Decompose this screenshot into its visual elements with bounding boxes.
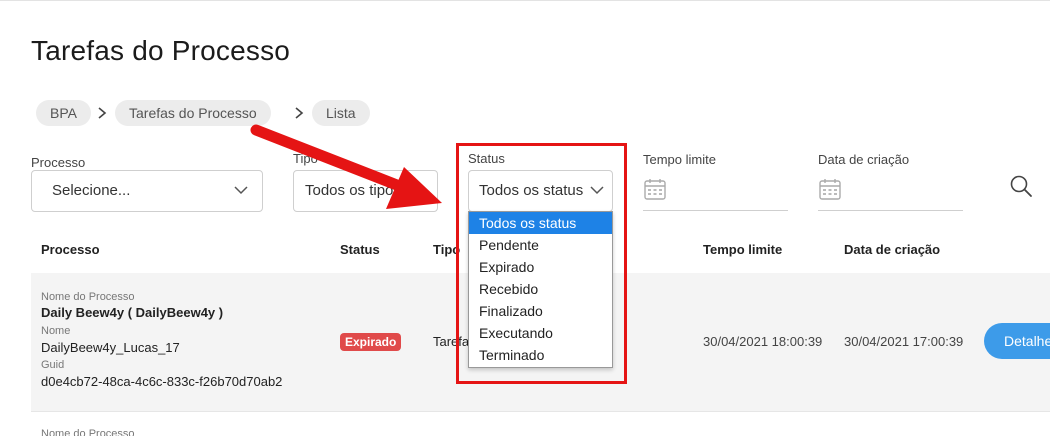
status-badge: Expirado bbox=[340, 333, 402, 351]
data-criacao-filter-label: Data de criação bbox=[818, 152, 910, 167]
table-row bbox=[31, 411, 1050, 436]
tipo-select[interactable]: Todos os tipos bbox=[293, 170, 438, 212]
nome-processo-value: Daily Beew4y ( DailyBeew4y ) bbox=[41, 305, 224, 320]
status-dropdown-list: Todos os status Pendente Expirado Recebi… bbox=[468, 211, 613, 368]
details-button[interactable]: Detalhes bbox=[984, 323, 1050, 359]
status-select-value: Todos os status bbox=[479, 182, 584, 199]
column-header-status: Status bbox=[340, 242, 380, 257]
breadcrumb-item-lista: Lista bbox=[312, 100, 370, 126]
processo-filter-label: Processo bbox=[31, 155, 86, 170]
column-header-data-criacao: Data de criação bbox=[844, 242, 941, 257]
calendar-icon bbox=[819, 179, 841, 200]
chevron-down-icon bbox=[234, 186, 248, 195]
chevron-right-icon bbox=[295, 107, 304, 119]
status-option[interactable]: Recebido bbox=[469, 278, 612, 300]
nome-value: DailyBeew4y_Lucas_17 bbox=[41, 340, 180, 355]
tipo-select-value: Todos os tipos bbox=[305, 182, 401, 199]
tempo-limite-value: 30/04/2021 18:00:39 bbox=[703, 334, 823, 349]
data-criacao-date-input[interactable] bbox=[818, 171, 963, 211]
page-title: Tarefas do Processo bbox=[31, 35, 291, 66]
guid-label: Guid bbox=[41, 359, 65, 371]
breadcrumb-item-bpa[interactable]: BPA bbox=[36, 100, 91, 126]
status-option[interactable]: Finalizado bbox=[469, 300, 612, 322]
tipo-value: Tarefa bbox=[433, 334, 470, 349]
column-header-tempo-limite: Tempo limite bbox=[703, 242, 783, 257]
nome-processo-label: Nome do Processo bbox=[41, 428, 135, 436]
processo-select[interactable]: Selecione... bbox=[31, 170, 263, 212]
search-icon[interactable] bbox=[1008, 173, 1034, 199]
nome-label: Nome bbox=[41, 325, 71, 337]
status-option[interactable]: Executando bbox=[469, 322, 612, 344]
status-option[interactable]: Expirado bbox=[469, 256, 612, 278]
tempo-limite-date-input[interactable] bbox=[643, 171, 788, 211]
chevron-down-icon bbox=[590, 186, 604, 195]
status-option[interactable]: Terminado bbox=[469, 344, 612, 366]
status-option[interactable]: Pendente bbox=[469, 234, 612, 256]
status-select[interactable]: Todos os status bbox=[468, 170, 613, 212]
column-header-tipo: Tipo bbox=[433, 242, 461, 257]
tipo-filter-label: Tipo bbox=[293, 151, 318, 166]
column-header-processo: Processo bbox=[41, 242, 100, 257]
calendar-icon bbox=[644, 179, 666, 200]
nome-processo-label: Nome do Processo bbox=[41, 291, 135, 303]
tempo-limite-filter-label: Tempo limite bbox=[643, 152, 716, 167]
main-card: Tarefas do Processo BPA Tarefas do Proce… bbox=[0, 0, 1050, 436]
guid-value: d0e4cb72-48ca-4c6c-833c-f26b70d70ab2 bbox=[41, 374, 283, 389]
processo-select-value: Selecione... bbox=[52, 182, 131, 199]
chevron-right-icon bbox=[98, 107, 107, 119]
status-filter-label: Status bbox=[468, 151, 505, 166]
data-criacao-value: 30/04/2021 17:00:39 bbox=[844, 334, 964, 349]
breadcrumb-item-tarefas[interactable]: Tarefas do Processo bbox=[115, 100, 271, 126]
status-option[interactable]: Todos os status bbox=[469, 212, 612, 234]
